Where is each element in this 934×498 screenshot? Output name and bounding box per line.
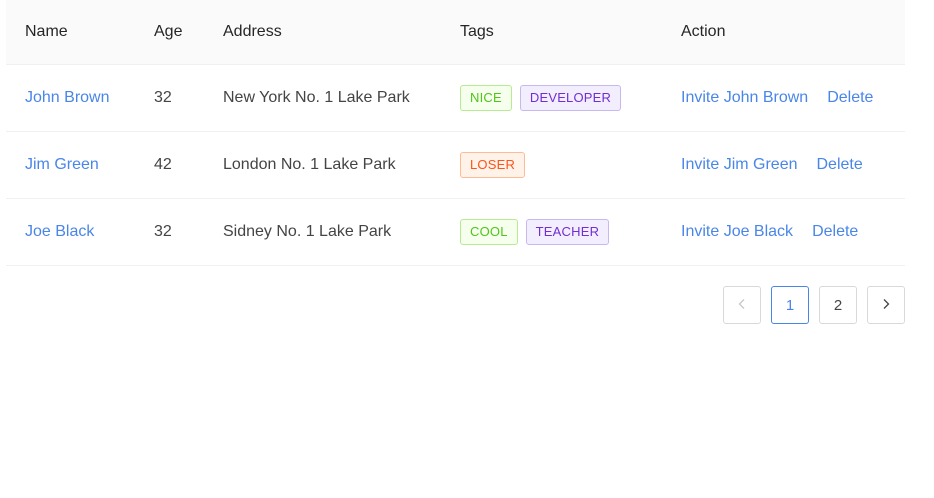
invite-link[interactable]: Invite Joe Black <box>681 223 793 241</box>
address-cell: New York No. 1 Lake Park <box>223 89 410 106</box>
column-header-action: Action <box>681 23 726 40</box>
age-cell: 32 <box>154 89 172 106</box>
tags-cell: NICE DEVELOPER <box>460 65 629 131</box>
invite-link[interactable]: Invite Jim Green <box>681 156 797 174</box>
chevron-right-icon <box>880 297 892 314</box>
action-cell: Invite Joe Black Delete <box>681 199 858 265</box>
column-header-tags: Tags <box>460 23 494 40</box>
table-row: Jim Green 42 London No. 1 Lake Park LOSE… <box>6 132 905 199</box>
page-button-2[interactable]: 2 <box>819 286 857 324</box>
next-page-button[interactable] <box>867 286 905 324</box>
delete-link[interactable]: Delete <box>827 89 873 107</box>
chevron-left-icon <box>736 297 748 314</box>
address-cell: Sidney No. 1 Lake Park <box>223 223 392 240</box>
tags-cell: LOSER <box>460 132 533 198</box>
column-header-address: Address <box>223 23 282 40</box>
column-header-age: Age <box>154 23 183 40</box>
delete-link[interactable]: Delete <box>816 156 862 174</box>
name-link[interactable]: Joe Black <box>25 223 94 241</box>
column-header-name: Name <box>25 23 68 40</box>
tag: TEACHER <box>525 219 610 245</box>
tag: LOSER <box>460 152 526 178</box>
name-link[interactable]: Jim Green <box>25 156 99 174</box>
table-row: John Brown 32 New York No. 1 Lake Park N… <box>6 65 905 132</box>
age-cell: 42 <box>154 156 172 173</box>
name-link[interactable]: John Brown <box>25 89 110 107</box>
tag: DEVELOPER <box>519 85 622 111</box>
table-header: Name Age Address Tags Action <box>6 0 905 65</box>
tag: NICE <box>460 85 512 111</box>
page-button-1[interactable]: 1 <box>771 286 809 324</box>
prev-page-button[interactable] <box>723 286 761 324</box>
tags-cell: COOL TEACHER <box>460 199 617 265</box>
tag: COOL <box>460 219 518 245</box>
age-cell: 32 <box>154 223 172 240</box>
action-cell: Invite Jim Green Delete <box>681 132 863 198</box>
delete-link[interactable]: Delete <box>812 223 858 241</box>
invite-link[interactable]: Invite John Brown <box>681 89 808 107</box>
table-row: Joe Black 32 Sidney No. 1 Lake Park COOL… <box>6 199 905 266</box>
action-cell: Invite John Brown Delete <box>681 65 873 131</box>
pagination: 1 2 <box>723 286 905 324</box>
data-table: Name Age Address Tags Action John Brown … <box>6 0 905 266</box>
address-cell: London No. 1 Lake Park <box>223 156 396 173</box>
